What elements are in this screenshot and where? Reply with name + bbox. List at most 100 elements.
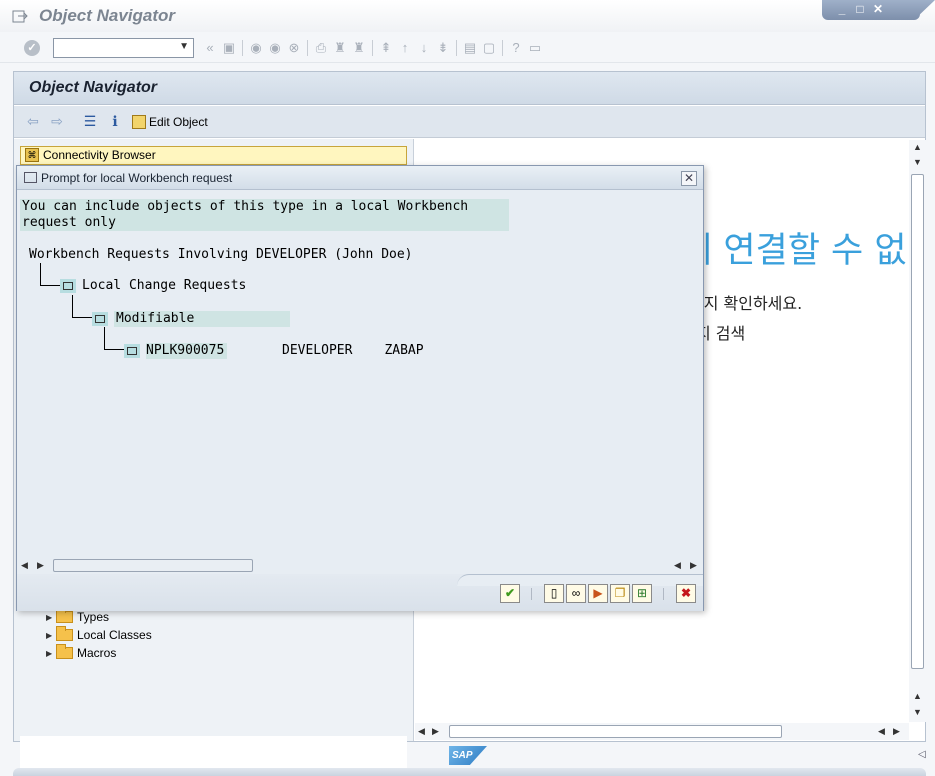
toolbar-separator: [502, 40, 503, 56]
scroll-left-icon[interactable]: ◀: [674, 560, 681, 571]
system-toolbar-icons: « ▣ ◉ ◉ ⊗ ⎙ ♜ ♜ ⇞ ↑ ↓ ⇟ ▤ ▢ ? ▭: [202, 40, 543, 56]
last-page-icon[interactable]: ⇟: [435, 40, 451, 56]
status-bar-toggle-icon[interactable]: ◁: [918, 749, 926, 760]
back-nav-icon[interactable]: ◉: [248, 40, 264, 56]
folder-icon: [60, 279, 76, 293]
tree-line: [104, 349, 124, 350]
toolbar-separator: [307, 40, 308, 56]
find-icon[interactable]: ♜: [332, 40, 348, 56]
tree-item-label: Local Classes: [77, 628, 152, 642]
command-input[interactable]: [54, 39, 174, 57]
window-title-bar: Object Navigator: [0, 0, 935, 32]
scroll-down-icon[interactable]: ▼: [912, 707, 923, 718]
scrollbar-thumb[interactable]: [911, 174, 924, 669]
tree-node-label: Modifiable: [114, 311, 290, 327]
screen-title-bar: Object Navigator: [14, 72, 925, 105]
expand-icon[interactable]: ▶: [46, 631, 52, 640]
request-description: ZABAP: [384, 343, 424, 358]
close-icon[interactable]: ✕: [870, 2, 886, 16]
vertical-scrollbar[interactable]: ▲ ▼ ▲ ▼: [909, 140, 926, 722]
request-row[interactable]: NPLK900075 DEVELOPER ZABAP: [124, 343, 424, 359]
horizontal-scrollbar[interactable]: ◀ ▶ ◀ ▶: [415, 723, 909, 740]
expand-icon[interactable]: ▶: [46, 649, 52, 658]
hierarchy-button[interactable]: ⊞: [632, 584, 652, 603]
next-page-icon[interactable]: ↓: [416, 40, 432, 56]
cancel-button[interactable]: ✖: [676, 584, 696, 603]
help-icon[interactable]: ?: [508, 40, 524, 56]
back-icon[interactable]: «: [202, 40, 218, 56]
tree-node-modifiable[interactable]: Modifiable: [92, 311, 290, 327]
maximize-icon[interactable]: □: [852, 2, 868, 16]
footer-separator: [531, 588, 532, 600]
folder-icon: [56, 644, 73, 659]
request-tree-root: Workbench Requests Involving DEVELOPER (…: [29, 247, 413, 262]
first-page-icon[interactable]: ⇞: [378, 40, 394, 56]
tree-line: [104, 327, 105, 349]
tree-node-local-change-requests[interactable]: Local Change Requests: [60, 278, 246, 294]
save-icon[interactable]: ▣: [221, 40, 237, 56]
display-request-button[interactable]: ▶: [588, 584, 608, 603]
connectivity-browser-button[interactable]: ⌘ Connectivity Browser: [20, 146, 407, 165]
info-icon[interactable]: ℹ: [106, 113, 124, 129]
own-requests-button[interactable]: ∞: [566, 584, 586, 603]
shortcut-icon[interactable]: ▢: [481, 40, 497, 56]
dialog-horizontal-scrollbar[interactable]: ◀ ▶ ◀ ▶: [17, 556, 703, 574]
dialog-message-line-1: You can include objects of this type in …: [20, 199, 509, 215]
print-icon[interactable]: ⎙: [313, 40, 329, 56]
scroll-right-icon[interactable]: ▶: [37, 560, 44, 571]
connectivity-browser-icon: ⌘: [25, 148, 39, 162]
scroll-left-icon[interactable]: ◀: [878, 726, 885, 737]
tree-item-label: Macros: [77, 646, 117, 660]
app-menu-icon[interactable]: [12, 9, 28, 23]
minimize-icon[interactable]: _: [834, 2, 850, 16]
scrollbar-thumb[interactable]: [449, 725, 782, 738]
application-toolbar: ⇦ ⇨ ☰ ℹ Edit Object: [14, 106, 925, 138]
arrow-right-icon[interactable]: ⇨: [48, 113, 66, 129]
scroll-right-icon[interactable]: ▶: [432, 726, 439, 737]
tree-node-label: Local Change Requests: [82, 278, 247, 293]
sap-logo: SAP: [449, 746, 487, 765]
workbench-request-dialog: Prompt for local Workbench request ✕ You…: [16, 165, 704, 611]
tree-line: [40, 285, 60, 286]
chevron-down-icon[interactable]: ▼: [179, 41, 189, 52]
request-icon: [124, 344, 140, 358]
dialog-title: Prompt for local Workbench request: [41, 171, 233, 185]
arrow-left-icon[interactable]: ⇦: [24, 113, 42, 129]
customize-layout-icon[interactable]: ▭: [527, 40, 543, 56]
request-number[interactable]: NPLK900075: [146, 343, 227, 359]
scroll-left-icon[interactable]: ◀: [418, 726, 425, 737]
edit-object-label: Edit Object: [149, 115, 208, 129]
connectivity-browser-label: Connectivity Browser: [43, 148, 156, 162]
create-request-button[interactable]: ▯: [544, 584, 564, 603]
system-toolbar: ✓ ▼ « ▣ ◉ ◉ ⊗ ⎙ ♜ ♜ ⇞ ↑ ↓ ⇟ ▤ ▢ ? ▭: [0, 33, 935, 63]
tree-item-local-classes[interactable]: ▶ Local Classes: [20, 626, 407, 644]
scroll-right-icon[interactable]: ▶: [690, 560, 697, 571]
enter-icon[interactable]: ✓: [24, 40, 40, 56]
scroll-left-icon[interactable]: ◀: [21, 560, 28, 571]
scroll-down-icon[interactable]: ▼: [912, 157, 923, 168]
folder-icon: [56, 608, 73, 623]
request-owner: DEVELOPER: [282, 343, 353, 358]
object-tree: ▶ Types ▶ Local Classes ▶ Macros: [20, 608, 407, 662]
scroll-right-icon[interactable]: ▶: [893, 726, 900, 737]
edit-object-icon: [132, 115, 146, 129]
find-next-icon[interactable]: ♜: [351, 40, 367, 56]
hierarchy-icon[interactable]: ☰: [81, 113, 99, 129]
edit-object-button[interactable]: Edit Object: [132, 112, 208, 132]
continue-button[interactable]: ✔: [500, 584, 520, 603]
expand-icon[interactable]: ▶: [46, 613, 52, 622]
exit-icon[interactable]: ◉: [267, 40, 283, 56]
cancel-icon[interactable]: ⊗: [286, 40, 302, 56]
copy-button[interactable]: ❐: [610, 584, 630, 603]
new-session-icon[interactable]: ▤: [462, 40, 478, 56]
scroll-up-icon[interactable]: ▲: [912, 142, 923, 153]
tree-line: [72, 317, 92, 318]
scroll-up-icon[interactable]: ▲: [912, 691, 923, 702]
prev-page-icon[interactable]: ↑: [397, 40, 413, 56]
close-icon[interactable]: ✕: [681, 171, 697, 186]
scrollbar-thumb[interactable]: [53, 559, 253, 572]
tree-item-macros[interactable]: ▶ Macros: [20, 644, 407, 662]
command-field[interactable]: ▼: [53, 38, 194, 58]
toolbar-separator: [242, 40, 243, 56]
folder-icon: [56, 626, 73, 641]
